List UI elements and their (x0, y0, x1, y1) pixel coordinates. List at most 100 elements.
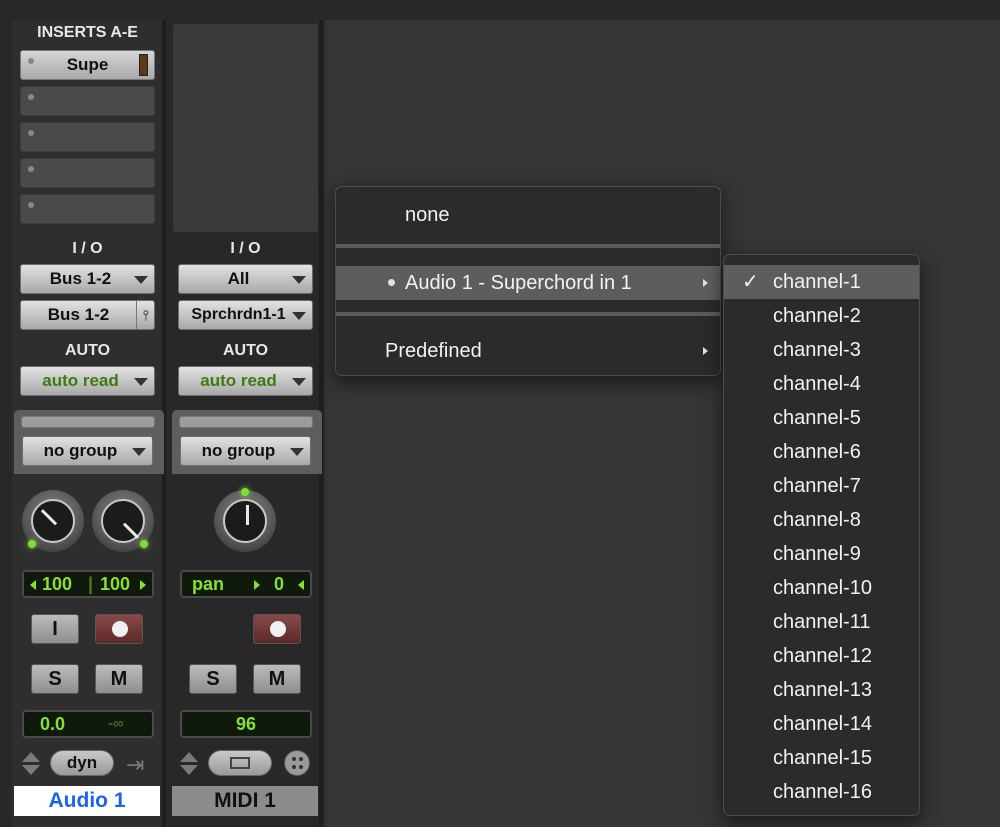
midi-output-selector[interactable]: Sprchrdn1-1 (178, 300, 313, 330)
insert-dot (28, 130, 34, 136)
pan-left-knob[interactable] (22, 490, 84, 552)
window-button[interactable] (208, 750, 272, 776)
submenu-item-channel-8[interactable]: channel-8 (724, 503, 919, 537)
channel-label: channel-16 (773, 781, 872, 803)
knob-indicator (246, 505, 249, 525)
submenu-item-channel-10[interactable]: channel-10 (724, 571, 919, 605)
knob-indicator (122, 522, 140, 539)
arrow-left-icon (30, 580, 36, 591)
midi-velocity-readout[interactable]: 96 (180, 710, 312, 738)
submenu-arrow-icon (703, 347, 708, 355)
midi-automation-selector[interactable]: auto read (178, 366, 313, 396)
midi-track-height-stepper[interactable] (180, 750, 198, 778)
chevron-down-icon (132, 448, 146, 456)
insert-slot-d[interactable] (20, 158, 155, 188)
channel-label: channel-7 (773, 475, 861, 497)
channel-label: channel-4 (773, 373, 861, 395)
submenu-item-channel-2[interactable]: channel-2 (724, 299, 919, 333)
checkmark-icon: ✓ (742, 271, 759, 293)
chevron-down-icon (292, 378, 306, 386)
knob-led (241, 488, 249, 496)
audio-record-arm-button[interactable] (95, 614, 143, 644)
pan-divider: | (88, 574, 94, 594)
knob-led (140, 540, 148, 548)
channel-label: channel-9 (773, 543, 861, 565)
channel-label: channel-12 (773, 645, 872, 667)
channel-label: channel-15 (773, 747, 872, 769)
insert-slot-a[interactable]: Supe (20, 50, 155, 80)
pan-left-value: 100 (42, 574, 73, 594)
arrow-down-icon (22, 765, 40, 775)
menu-item-predefined[interactable]: Predefined (336, 334, 720, 368)
audio-automation-selector[interactable]: auto read (20, 366, 155, 396)
midi-mute-button[interactable]: M (253, 664, 301, 694)
insert-slot-c[interactable] (20, 122, 155, 152)
audio-solo-button[interactable]: S (31, 664, 79, 694)
send-arrow-icon[interactable]: ⇥ (126, 752, 144, 778)
midi-input-label: All (227, 269, 250, 288)
submenu-item-channel-7[interactable]: channel-7 (724, 469, 919, 503)
chevron-down-icon (292, 276, 306, 284)
midi-solo-button[interactable]: S (189, 664, 237, 694)
submenu-item-channel-5[interactable]: channel-5 (724, 401, 919, 435)
arrow-down-icon (180, 765, 198, 775)
audio-volume-readout[interactable]: 0.0 -∞ (22, 710, 154, 738)
submenu-item-channel-13[interactable]: channel-13 (724, 673, 919, 707)
channel-label: channel-6 (773, 441, 861, 463)
submenu-item-channel-3[interactable]: channel-3 (724, 333, 919, 367)
audio-group-selector[interactable]: no group (22, 436, 153, 466)
insert-slot-e[interactable] (20, 194, 155, 224)
dyn-button[interactable]: dyn (50, 750, 114, 776)
audio-track-height-stepper[interactable] (22, 750, 40, 778)
pan-right-knob[interactable] (92, 490, 154, 552)
audio-mute-button[interactable]: M (95, 664, 143, 694)
menu-item-none[interactable]: none (336, 198, 720, 232)
pan-right-value: 100 (100, 574, 131, 594)
midi-record-arm-button[interactable] (253, 614, 301, 644)
audio-input-label: Bus 1-2 (49, 269, 112, 288)
instrument-icon[interactable] (284, 750, 310, 776)
insert-meter (139, 54, 148, 76)
arrow-right-icon (140, 580, 146, 591)
submenu-item-channel-16[interactable]: channel-16 (724, 775, 919, 809)
insert-plugin-name: Supe (66, 55, 109, 74)
submenu-item-channel-9[interactable]: channel-9 (724, 537, 919, 571)
channel-label: channel-2 (773, 305, 861, 327)
knob-cap (31, 499, 75, 543)
submenu-item-channel-12[interactable]: channel-12 (724, 639, 919, 673)
submenu-item-channel-6[interactable]: channel-6 (724, 435, 919, 469)
audio-output-selector[interactable]: Bus 1-2 ⫯ (20, 300, 155, 330)
submenu-item-channel-15[interactable]: channel-15 (724, 741, 919, 775)
submenu-item-channel-1[interactable]: ✓ channel-1 (724, 265, 919, 299)
arrow-left-icon (298, 580, 304, 591)
midi-inserts-area[interactable] (173, 24, 318, 232)
channel-submenu: ✓ channel-1 channel-2 channel-3 channel-4 cha… (723, 254, 920, 816)
audio-pan-readout[interactable]: 100 | 100 (22, 570, 154, 598)
midi-track-name[interactable]: MIDI 1 (172, 786, 318, 816)
output-menu: none Audio 1 - Superchord in 1 Predefine… (335, 186, 721, 376)
chevron-down-icon (292, 312, 306, 320)
insert-dot (28, 166, 34, 172)
midi-pan-knob[interactable] (214, 488, 276, 552)
menu-item-instrument[interactable]: Audio 1 - Superchord in 1 (336, 266, 720, 300)
peak-value: -∞ (108, 715, 124, 732)
input-monitor-button[interactable]: I (31, 614, 79, 644)
predefined-label: Predefined (385, 340, 482, 362)
insert-dot (28, 202, 34, 208)
submenu-item-channel-4[interactable]: channel-4 (724, 367, 919, 401)
midi-group-selector[interactable]: no group (180, 436, 311, 466)
submenu-item-channel-11[interactable]: channel-11 (724, 605, 919, 639)
submenu-item-channel-14[interactable]: channel-14 (724, 707, 919, 741)
active-dot-icon (388, 279, 395, 286)
output-fork-icon: ⫯ (136, 301, 154, 329)
velocity-value: 96 (235, 714, 257, 734)
channel-label: channel-13 (773, 679, 872, 701)
midi-pan-readout[interactable]: pan 0 (180, 570, 312, 598)
audio-track-name[interactable]: Audio 1 (14, 786, 160, 816)
channel-label: channel-1 (773, 271, 861, 293)
audio-input-selector[interactable]: Bus 1-2 (20, 264, 155, 294)
chevron-down-icon (134, 276, 148, 284)
insert-slot-b[interactable] (20, 86, 155, 116)
midi-input-selector[interactable]: All (178, 264, 313, 294)
group-label: no group (201, 441, 276, 460)
